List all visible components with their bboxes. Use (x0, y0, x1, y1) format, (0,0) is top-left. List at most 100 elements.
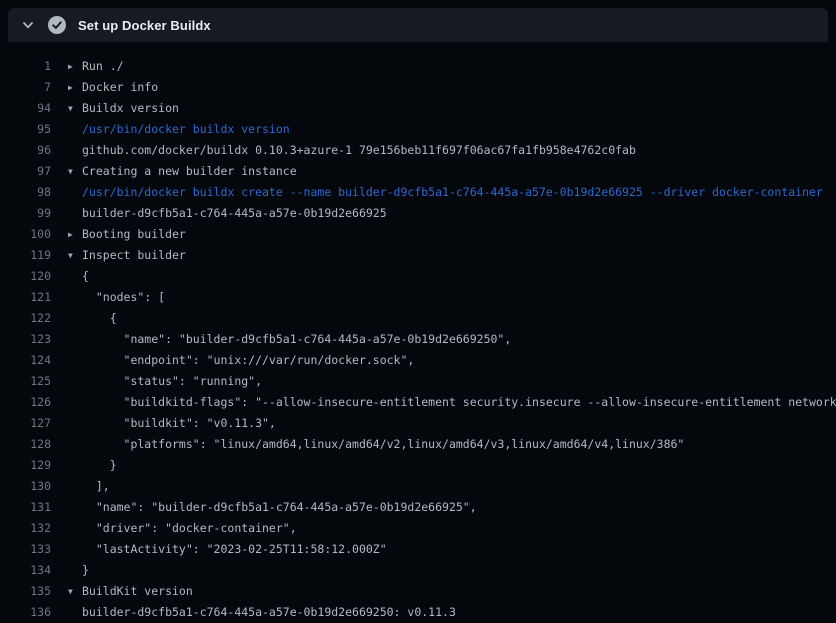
line-number[interactable]: 120 (0, 266, 51, 287)
log-line: 124 "endpoint": "unix:///var/run/docker.… (0, 350, 836, 371)
line-number[interactable]: 94 (0, 98, 51, 119)
line-number[interactable]: 131 (0, 497, 51, 518)
group-title: Docker info (82, 77, 158, 98)
group-title: Inspect builder (82, 245, 186, 266)
line-number[interactable]: 121 (0, 287, 51, 308)
output-text: "driver": "docker-container", (82, 518, 297, 539)
line-number[interactable]: 119 (0, 245, 51, 266)
log-line: 127 "buildkit": "v0.11.3", (0, 413, 836, 434)
arrow-slot (68, 518, 82, 539)
line-number[interactable]: 135 (0, 581, 51, 602)
arrow-slot (68, 602, 82, 623)
step-title: Set up Docker Buildx (78, 18, 211, 33)
arrow-slot (68, 497, 82, 518)
output-text: builder-d9cfb5a1-c764-445a-a57e-0b19d2e6… (82, 203, 387, 224)
log-container: 1▶Run ./7▶Docker info94▼Buildx version95… (0, 42, 836, 623)
line-number[interactable]: 95 (0, 119, 51, 140)
log-line: 136 builder-d9cfb5a1-c764-445a-a57e-0b19d… (0, 602, 836, 623)
line-number[interactable]: 132 (0, 518, 51, 539)
group-expanded-arrow-icon[interactable]: ▼ (68, 245, 82, 266)
line-number[interactable]: 122 (0, 308, 51, 329)
line-number[interactable]: 134 (0, 560, 51, 581)
log-line: 129 } (0, 455, 836, 476)
arrow-slot (68, 182, 82, 203)
log-line: 120 { (0, 266, 836, 287)
arrow-slot (68, 308, 82, 329)
output-text: "name": "builder-d9cfb5a1-c764-445a-a57e… (82, 329, 511, 350)
group-title: Creating a new builder instance (82, 161, 297, 182)
log-line: 122 { (0, 308, 836, 329)
output-text: ], (82, 476, 110, 497)
group-expanded-arrow-icon[interactable]: ▼ (68, 581, 82, 602)
line-number[interactable]: 126 (0, 392, 51, 413)
line-number[interactable]: 129 (0, 455, 51, 476)
group-collapsed-arrow-icon[interactable]: ▶ (68, 56, 82, 77)
line-number[interactable]: 96 (0, 140, 51, 161)
line-number[interactable]: 130 (0, 476, 51, 497)
output-text: "endpoint": "unix:///var/run/docker.sock… (82, 350, 414, 371)
output-text: builder-d9cfb5a1-c764-445a-a57e-0b19d2e6… (82, 602, 456, 623)
output-text: { (82, 308, 117, 329)
chevron-down-icon[interactable] (20, 17, 36, 33)
output-text: "buildkitd-flags": "--allow-insecure-ent… (82, 392, 836, 413)
log-group-row[interactable]: 135 ▼BuildKit version (0, 581, 836, 602)
arrow-slot (68, 140, 82, 161)
output-text: "name": "builder-d9cfb5a1-c764-445a-a57e… (82, 497, 477, 518)
group-expanded-arrow-icon[interactable]: ▼ (68, 98, 82, 119)
log-line: 95/usr/bin/docker buildx version (0, 119, 836, 140)
line-number[interactable]: 136 (0, 602, 51, 623)
line-number[interactable]: 100 (0, 224, 51, 245)
group-title: BuildKit version (82, 581, 193, 602)
log-group-row[interactable]: 94 ▼Buildx version (0, 98, 836, 119)
arrow-slot (68, 539, 82, 560)
log-line: 98/usr/bin/docker buildx create --name b… (0, 182, 836, 203)
line-number[interactable]: 127 (0, 413, 51, 434)
log-lines: 1▶Run ./7▶Docker info94▼Buildx version95… (0, 56, 836, 623)
arrow-slot (68, 392, 82, 413)
arrow-slot (68, 560, 82, 581)
log-group-row[interactable]: 100 ▶Booting builder (0, 224, 836, 245)
line-number[interactable]: 98 (0, 182, 51, 203)
line-number[interactable]: 99 (0, 203, 51, 224)
command-text: /usr/bin/docker buildx version (82, 119, 290, 140)
output-text: "lastActivity": "2023-02-25T11:58:12.000… (82, 539, 387, 560)
log-line: 126 "buildkitd-flags": "--allow-insecure… (0, 392, 836, 413)
group-title: Buildx version (82, 98, 179, 119)
line-number[interactable]: 7 (0, 77, 51, 98)
log-group-row[interactable]: 1 ▶Run ./ (0, 56, 836, 77)
output-text: } (82, 455, 117, 476)
output-text: "platforms": "linux/amd64,linux/amd64/v2… (82, 434, 684, 455)
log-line: 130 ], (0, 476, 836, 497)
line-number[interactable]: 133 (0, 539, 51, 560)
line-number[interactable]: 123 (0, 329, 51, 350)
line-number[interactable]: 124 (0, 350, 51, 371)
output-text: "status": "running", (82, 371, 262, 392)
arrow-slot (68, 287, 82, 308)
group-expanded-arrow-icon[interactable]: ▼ (68, 161, 82, 182)
log-group-row[interactable]: 97 ▼Creating a new builder instance (0, 161, 836, 182)
arrow-slot (68, 203, 82, 224)
line-number[interactable]: 125 (0, 371, 51, 392)
line-number[interactable]: 1 (0, 56, 51, 77)
arrow-slot (68, 371, 82, 392)
log-line: 123 "name": "builder-d9cfb5a1-c764-445a-… (0, 329, 836, 350)
arrow-slot (68, 455, 82, 476)
line-number[interactable]: 128 (0, 434, 51, 455)
log-line: 134} (0, 560, 836, 581)
arrow-slot (68, 350, 82, 371)
arrow-slot (68, 119, 82, 140)
log-line: 132 "driver": "docker-container", (0, 518, 836, 539)
output-text: github.com/docker/buildx 0.10.3+azure-1 … (82, 140, 636, 161)
group-title: Booting builder (82, 224, 186, 245)
output-text: { (82, 266, 89, 287)
step-header[interactable]: Set up Docker Buildx (8, 8, 828, 42)
log-group-row[interactable]: 119 ▼Inspect builder (0, 245, 836, 266)
output-text: "nodes": [ (82, 287, 165, 308)
output-text: } (82, 560, 89, 581)
group-collapsed-arrow-icon[interactable]: ▶ (68, 77, 82, 98)
group-title: Run ./ (82, 56, 124, 77)
log-group-row[interactable]: 7 ▶Docker info (0, 77, 836, 98)
line-number[interactable]: 97 (0, 161, 51, 182)
log-line: 133 "lastActivity": "2023-02-25T11:58:12… (0, 539, 836, 560)
group-collapsed-arrow-icon[interactable]: ▶ (68, 224, 82, 245)
